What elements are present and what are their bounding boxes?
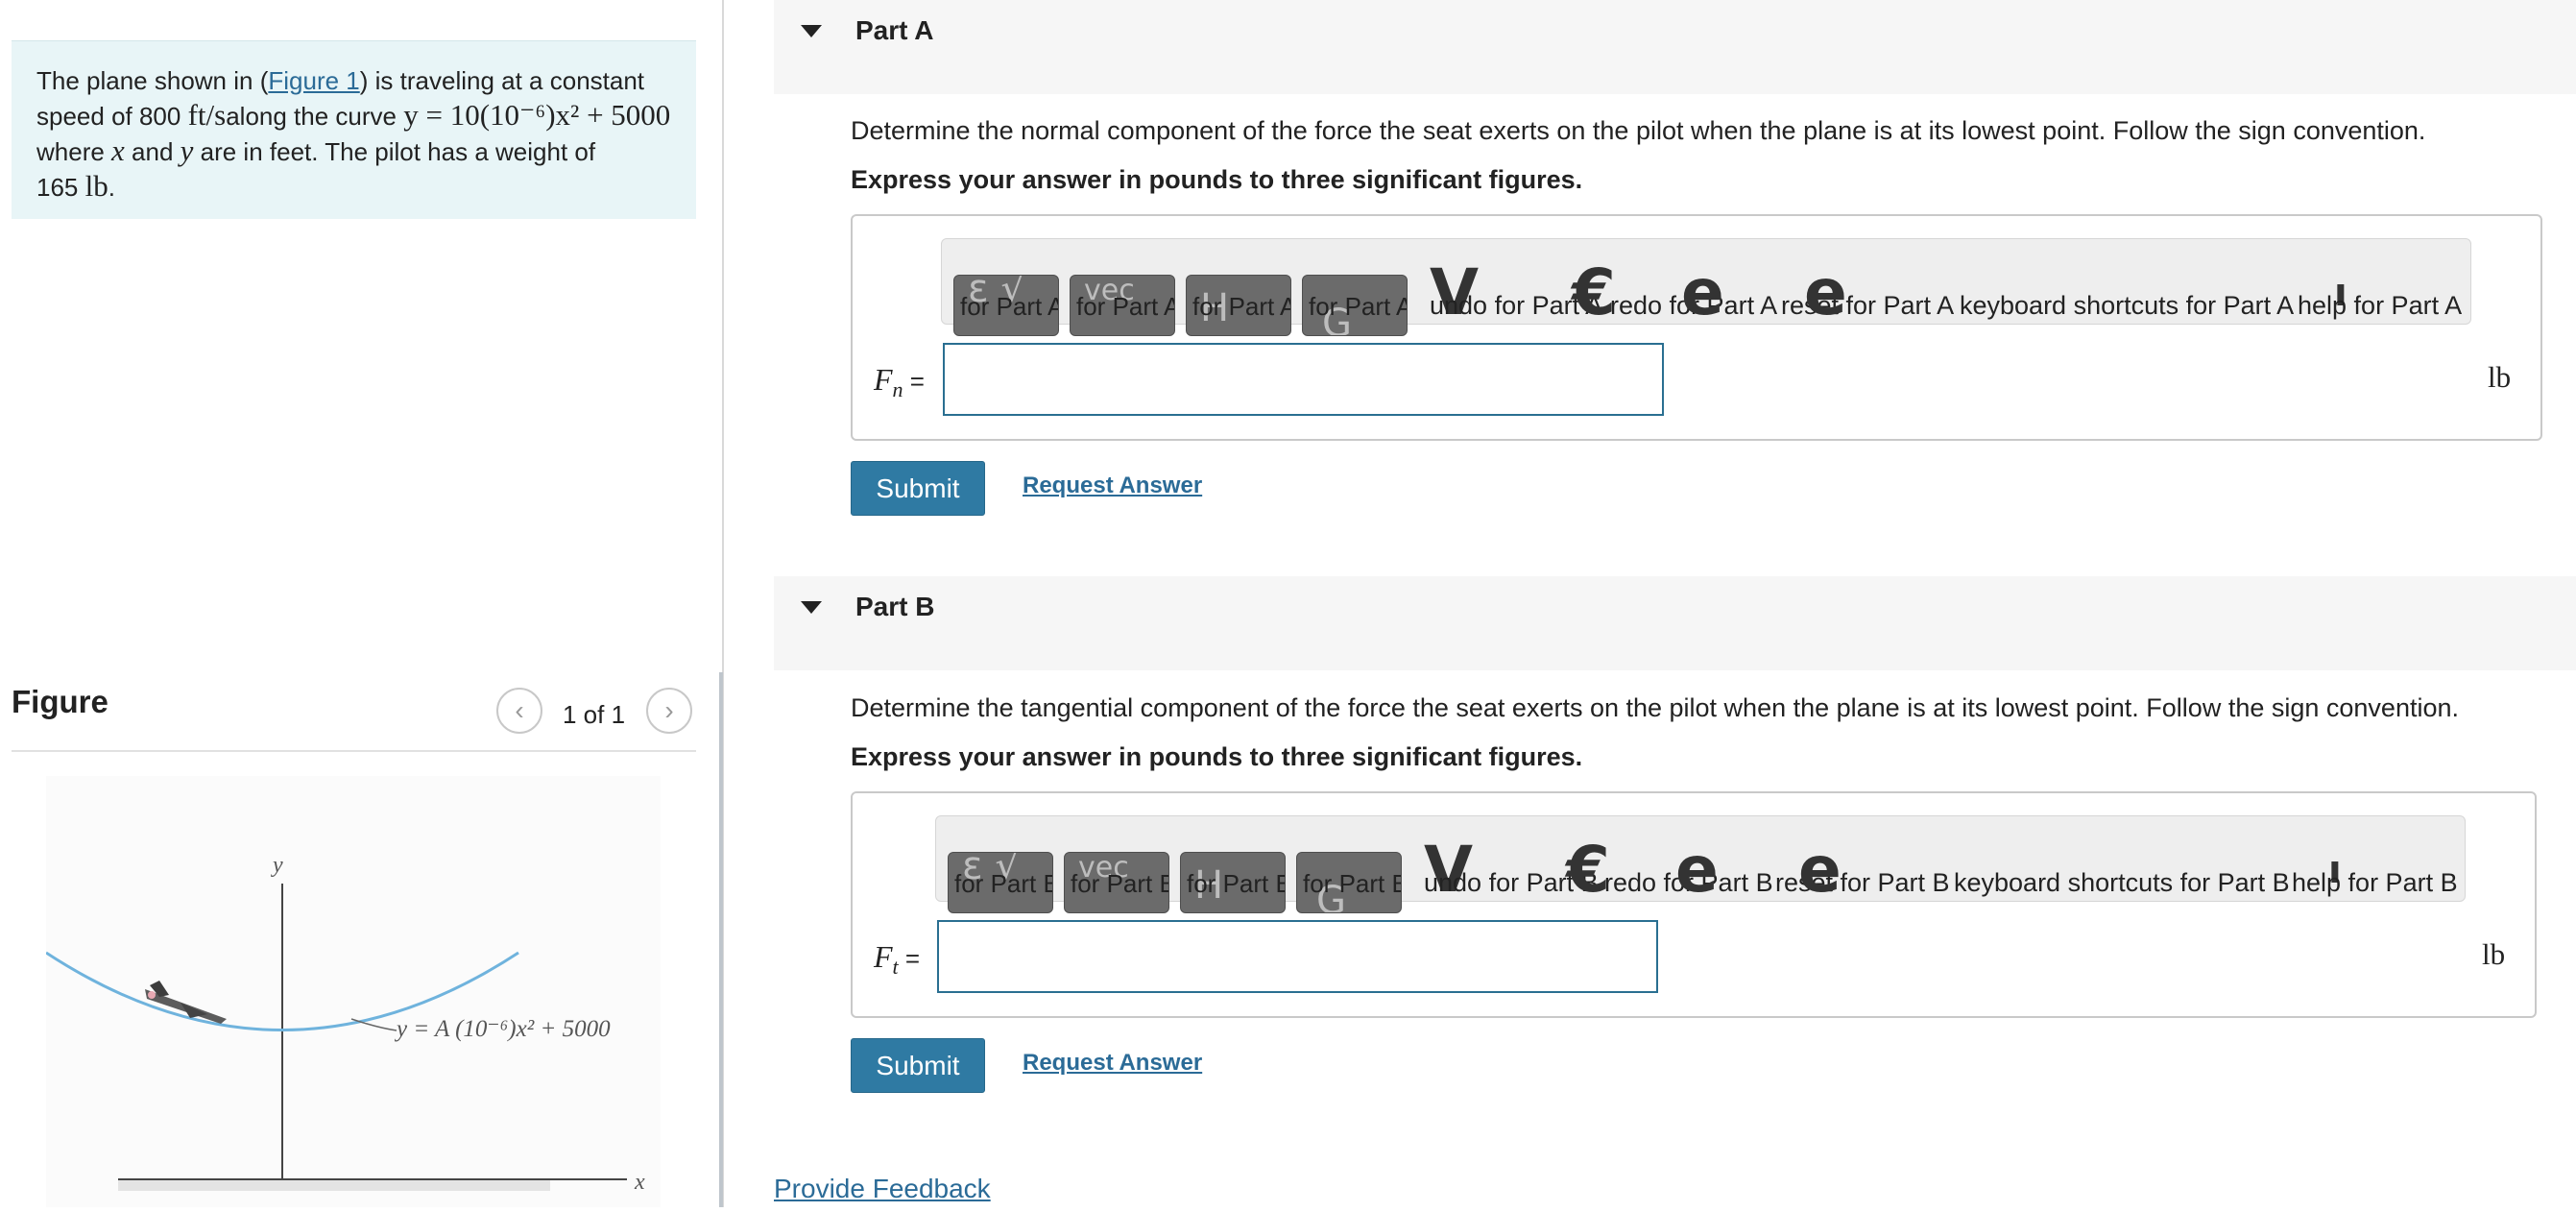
- provide-feedback-link[interactable]: Provide Feedback: [774, 1174, 991, 1204]
- button-label: for Part B: [954, 869, 1053, 898]
- curve-label: y = A (10⁻⁶)x² + 5000: [394, 1016, 611, 1042]
- figure-divider: [12, 750, 696, 752]
- part-a-title: Part A: [855, 15, 934, 45]
- part-a-variable-label: Fn =: [874, 362, 925, 402]
- figure-drawing: y x y = A (10⁻⁶)x² + 5000: [45, 853, 645, 1195]
- part-a-math-toolbar: ε √ for Part A vec for Part A H for Part…: [941, 238, 2471, 336]
- part-b-unit: lb: [2482, 937, 2506, 971]
- problem-line-1: The plane shown in (Figure 1) is traveli…: [36, 64, 671, 98]
- part-b-request-answer-link[interactable]: Request Answer: [1023, 1050, 1202, 1077]
- part-a-question: Determine the normal component of the fo…: [851, 116, 2426, 145]
- figure-image: y x y = A (10⁻⁶)x² + 5000: [45, 776, 661, 1207]
- units-button[interactable]: G for Part B: [1296, 852, 1402, 913]
- figure-page-indicator: 1 of 1: [563, 700, 626, 729]
- y-axis-label: y: [271, 853, 283, 878]
- help-button[interactable]: help for Part B: [2292, 868, 2458, 898]
- var-y: y: [180, 133, 194, 167]
- problem-line-3: where x and y are in feet. The pilot has…: [36, 133, 671, 169]
- figure-title: Figure: [12, 684, 108, 719]
- problem-text: The plane shown in (: [36, 66, 269, 95]
- part-a-answer-input[interactable]: [943, 343, 1664, 416]
- part-b-header[interactable]: Part B: [774, 576, 2576, 670]
- button-label: for Part A: [1076, 292, 1175, 321]
- part-a-unit: lb: [2488, 360, 2512, 394]
- problem-text: 165: [36, 173, 85, 202]
- problem-line-4: 165 lb.: [36, 169, 671, 205]
- chevron-right-icon: ›: [664, 695, 674, 725]
- part-a-header[interactable]: Part A: [774, 0, 2576, 94]
- curve-equation: y = 10(10⁻⁶)x² + 5000: [403, 98, 671, 132]
- part-b-answer-box: ε √ for Part B vec for Part B H for Part…: [851, 791, 2537, 1018]
- variable-symbol: F: [874, 362, 893, 397]
- part-b-math-toolbar: ε √ for Part B vec for Part B H for Part…: [935, 815, 2466, 913]
- button-label: for Part A: [960, 292, 1059, 321]
- collapse-caret-icon[interactable]: [801, 601, 822, 614]
- problem-text: and: [124, 137, 181, 166]
- part-b-instruction: Express your answer in pounds to three s…: [851, 742, 1583, 771]
- chevron-left-icon: ‹: [515, 695, 524, 725]
- part-a-instruction: Express your answer in pounds to three s…: [851, 165, 1583, 194]
- button-label: for Part A: [1309, 292, 1408, 321]
- button-label: for Part B: [1303, 869, 1402, 898]
- equals-sign: =: [903, 367, 925, 396]
- keyboard-shortcuts-button[interactable]: keyboard shortcuts for Part B: [1954, 868, 2290, 898]
- ground-shadow: [118, 1179, 550, 1191]
- curve-label-leader: [350, 1018, 397, 1031]
- reset-icon[interactable]: e: [1675, 838, 1719, 902]
- symbols-button[interactable]: H for Part A: [1186, 275, 1291, 336]
- symbols-button[interactable]: H for Part B: [1180, 852, 1286, 913]
- keyboard-icon[interactable]: e: [1798, 838, 1842, 902]
- figure-1-link[interactable]: Figure 1: [268, 66, 359, 95]
- part-a-submit-button[interactable]: Submit: [851, 461, 985, 516]
- part-b-variable-label: Ft =: [874, 939, 920, 980]
- problem-text: speed of 800: [36, 102, 188, 131]
- help-button[interactable]: help for Part A: [2298, 291, 2462, 321]
- templates-button[interactable]: ε √ for Part A: [953, 275, 1059, 336]
- speed-unit: ft/s: [187, 98, 227, 132]
- part-b-title: Part B: [855, 592, 935, 621]
- reset-icon[interactable]: e: [1681, 261, 1724, 325]
- problem-text: along the curve: [226, 102, 404, 131]
- part-b-answer-input[interactable]: [937, 920, 1658, 993]
- part-b-question: Determine the tangential component of th…: [851, 693, 2459, 722]
- weight-unit: lb: [84, 169, 108, 203]
- part-b-submit-button[interactable]: Submit: [851, 1038, 985, 1093]
- button-label: for Part B: [1071, 869, 1169, 898]
- problem-text: are in feet. The pilot has a weight of: [193, 137, 596, 166]
- problem-line-2: speed of 800 ft/salong the curve y = 10(…: [36, 98, 671, 133]
- keyboard-icon[interactable]: e: [1804, 261, 1847, 325]
- units-button[interactable]: G for Part A: [1302, 275, 1408, 336]
- keyboard-shortcuts-button[interactable]: keyboard shortcuts for Part A: [1960, 291, 2294, 321]
- part-a-answer-box: ε √ for Part A vec for Part A H for Part…: [851, 214, 2542, 441]
- problem-statement: The plane shown in (Figure 1) is traveli…: [12, 40, 696, 219]
- problem-text: ) is traveling at a constant: [359, 66, 645, 95]
- variable-subscript: n: [892, 377, 903, 401]
- var-x: x: [111, 133, 125, 167]
- button-label: for Part B: [1187, 869, 1286, 898]
- figure-next-button[interactable]: ›: [646, 688, 692, 734]
- button-label: for Part A: [1192, 292, 1291, 321]
- vector-button[interactable]: vec for Part B: [1064, 852, 1169, 913]
- problem-text: .: [108, 173, 115, 202]
- part-a-request-answer-link[interactable]: Request Answer: [1023, 473, 1202, 499]
- problem-text: where: [36, 137, 112, 166]
- figure-prev-button[interactable]: ‹: [496, 688, 542, 734]
- x-axis-label: x: [634, 1170, 645, 1195]
- templates-button[interactable]: ε √ for Part B: [948, 852, 1053, 913]
- column-resize-handle[interactable]: [719, 672, 723, 1207]
- equals-sign: =: [898, 944, 921, 973]
- collapse-caret-icon[interactable]: [801, 25, 822, 37]
- vector-button[interactable]: vec for Part A: [1070, 275, 1175, 336]
- variable-symbol: F: [874, 939, 893, 974]
